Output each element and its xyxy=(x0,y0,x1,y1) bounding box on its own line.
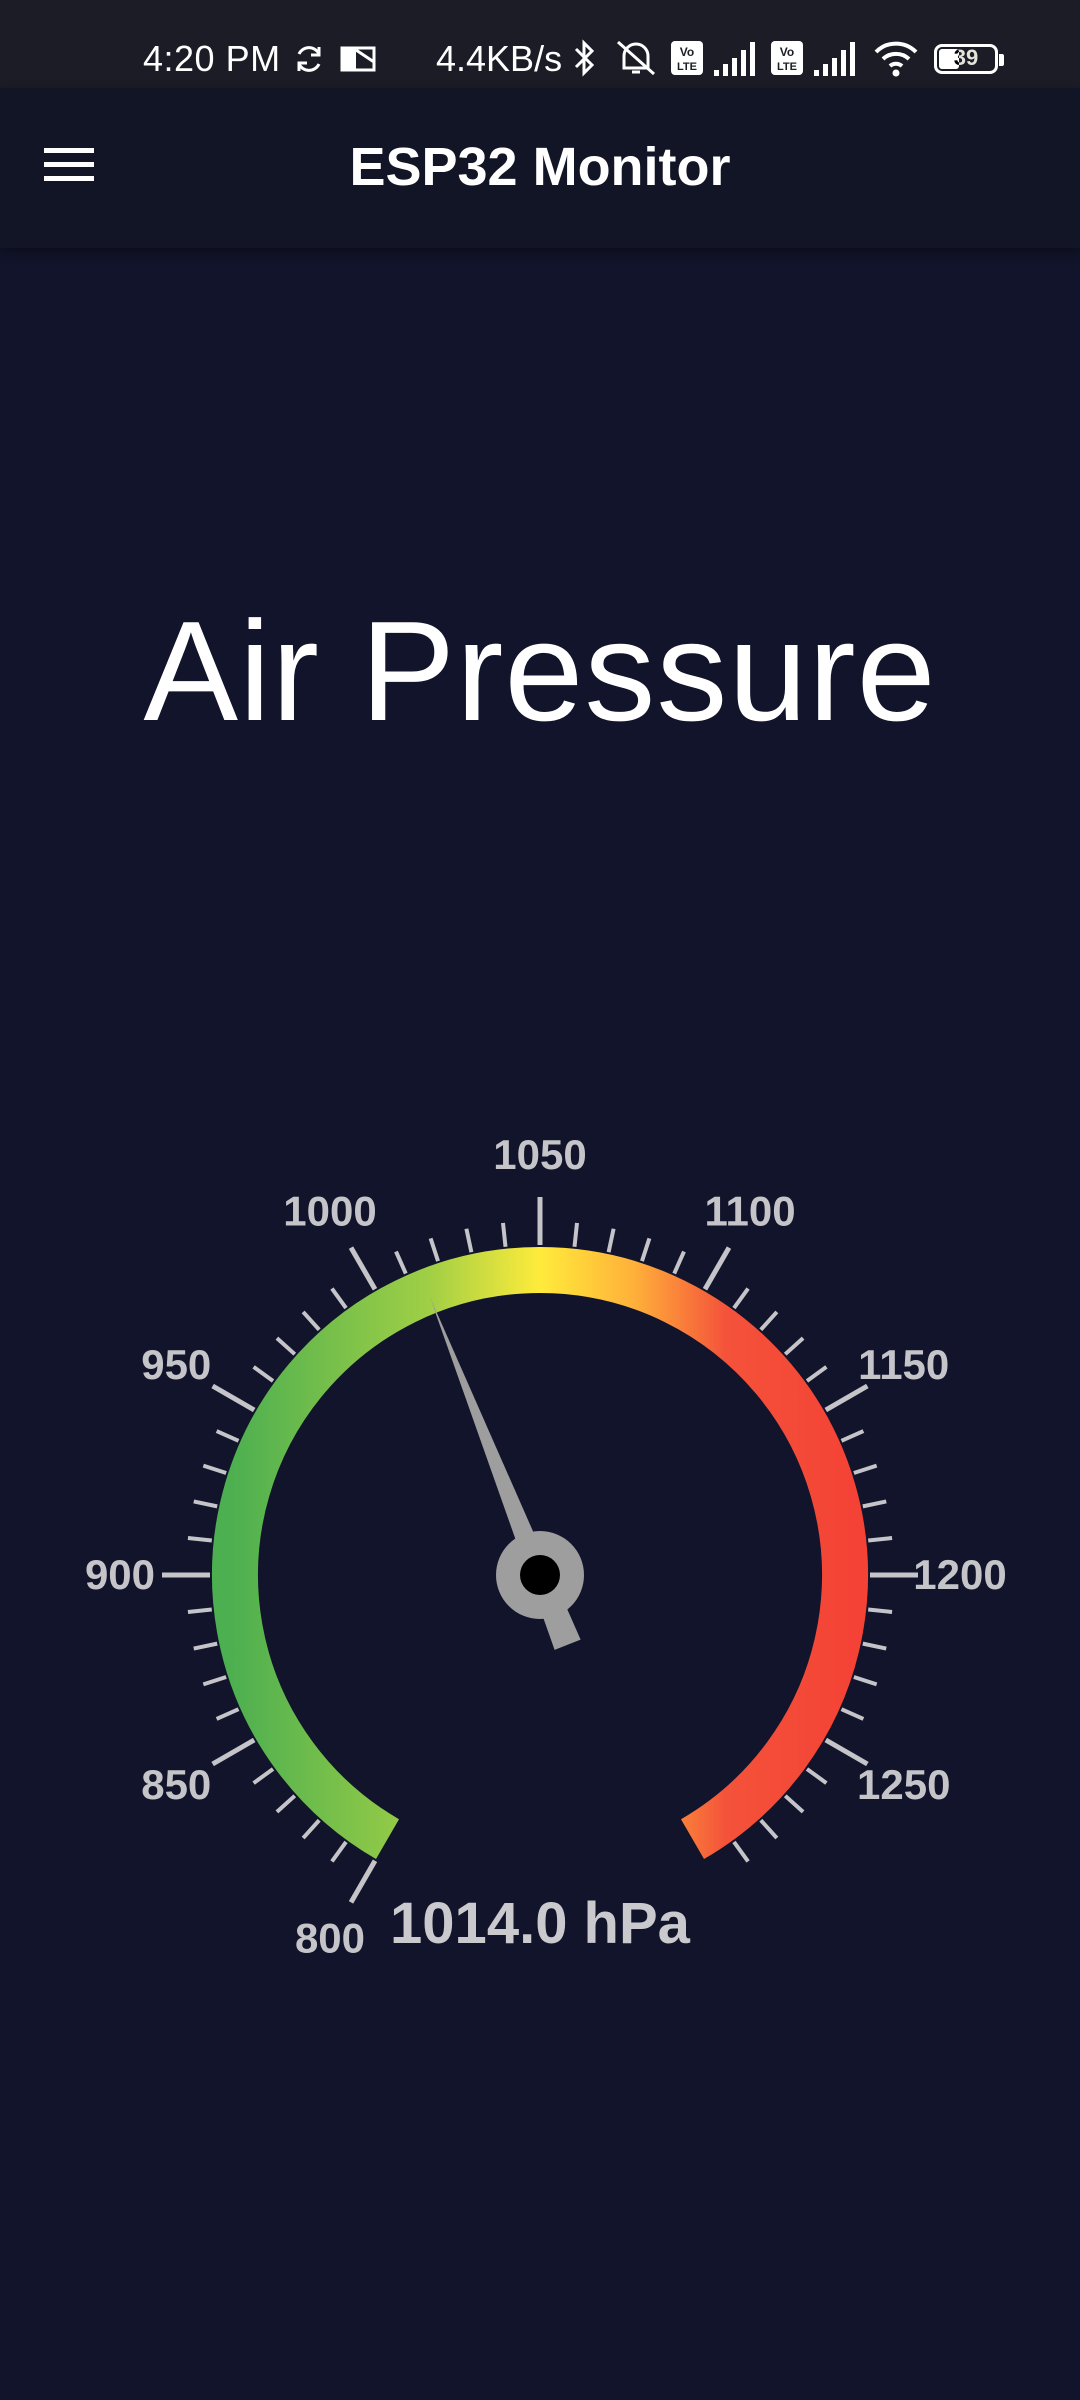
gauge-minor-tick xyxy=(330,1840,348,1863)
gauge-minor-tick xyxy=(732,1840,750,1863)
gauge-minor-tick xyxy=(672,1250,686,1275)
gauge-minor-tick xyxy=(853,1675,878,1687)
gauge-tick-label: 950 xyxy=(141,1341,211,1388)
gauge-tick-label: 1150 xyxy=(858,1341,949,1388)
gauge-minor-tick xyxy=(840,1707,865,1721)
gauge-minor-tick xyxy=(840,1429,865,1443)
gauge-minor-tick xyxy=(862,1499,887,1509)
gauge-tick-label: 900 xyxy=(85,1551,155,1598)
gauge-minor-tick xyxy=(215,1707,240,1721)
gauge-minor-tick xyxy=(862,1641,887,1651)
gauge-tick-label: 1000 xyxy=(283,1187,376,1234)
gauge-minor-tick xyxy=(275,1794,297,1814)
gauge-major-tick xyxy=(211,1737,256,1767)
gauge-minor-tick xyxy=(193,1641,218,1651)
gauge-minor-tick xyxy=(572,1222,579,1248)
gauge-minor-tick xyxy=(428,1237,440,1262)
gauge-minor-tick xyxy=(202,1463,227,1475)
gauge-minor-tick xyxy=(732,1287,750,1310)
gauge-minor-tick xyxy=(275,1336,297,1356)
gauge-tick-label: 1250 xyxy=(857,1761,950,1808)
gauge-minor-tick xyxy=(640,1237,652,1262)
gauge-minor-tick xyxy=(252,1365,275,1383)
gauge-tick-label: 1100 xyxy=(704,1187,795,1234)
gauge-major-tick xyxy=(824,1383,869,1413)
gauge-minor-tick xyxy=(193,1499,218,1509)
gauge-minor-tick xyxy=(187,1536,213,1543)
gauge-major-tick xyxy=(211,1383,256,1413)
gauge-minor-tick xyxy=(202,1675,227,1687)
gauge-minor-tick xyxy=(394,1250,408,1275)
gauge-minor-tick xyxy=(783,1794,805,1814)
pressure-gauge: 800850900950100010501100115012001250 xyxy=(85,1131,1007,1962)
gauge-hub-center xyxy=(520,1555,560,1595)
gauge-minor-tick xyxy=(501,1222,508,1248)
gauge-minor-tick xyxy=(215,1429,240,1443)
gauge-minor-tick xyxy=(187,1607,213,1614)
gauge-minor-tick xyxy=(301,1310,321,1332)
gauge-minor-tick xyxy=(606,1228,616,1253)
gauge-minor-tick xyxy=(759,1310,779,1332)
gauge-minor-tick xyxy=(867,1607,893,1614)
gauge-tick-label: 1200 xyxy=(913,1551,1006,1598)
gauge-value-readout: 1014.0 hPa xyxy=(390,1891,690,1956)
gauge-minor-tick xyxy=(759,1818,779,1840)
gauge-minor-tick xyxy=(301,1818,321,1840)
gauge-minor-tick xyxy=(867,1536,893,1543)
gauge-minor-tick xyxy=(464,1228,474,1253)
gauge-needle xyxy=(429,1296,584,1650)
gauge-minor-tick xyxy=(252,1767,275,1785)
gauge-minor-tick xyxy=(805,1767,828,1785)
gauge-minor-tick xyxy=(853,1463,878,1475)
gauge-major-tick xyxy=(348,1246,378,1291)
gauge-minor-tick xyxy=(805,1365,828,1383)
gauge-tick-label: 850 xyxy=(141,1761,211,1808)
gauge-minor-tick xyxy=(330,1287,348,1310)
gauge-tick-label: 1050 xyxy=(493,1131,586,1178)
gauge-minor-tick xyxy=(783,1336,805,1356)
gauge-major-tick xyxy=(702,1246,732,1291)
